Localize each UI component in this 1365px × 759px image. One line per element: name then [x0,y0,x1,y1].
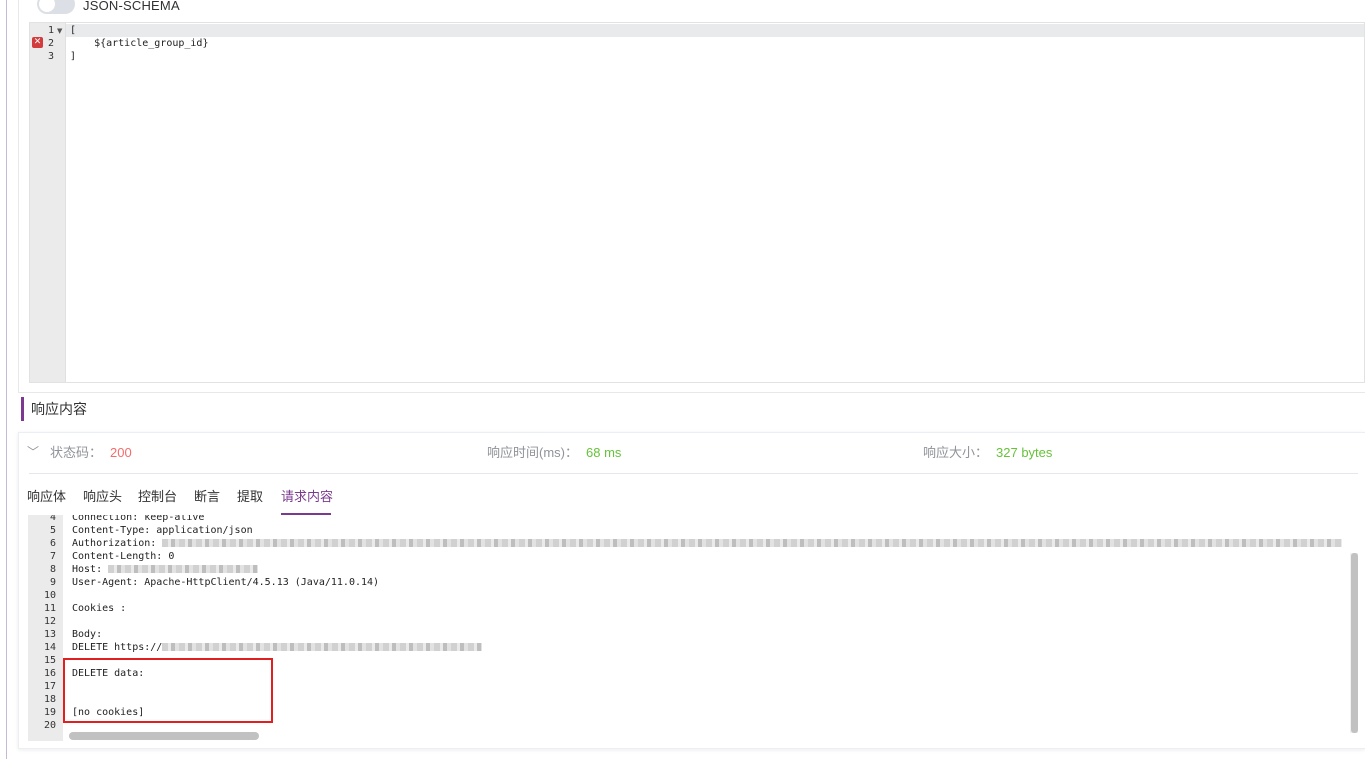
divider [29,473,1358,474]
line-number: 5 [49,525,56,536]
editor-gutter [30,23,66,382]
json-schema-label: JSON-SCHEMA [83,0,180,13]
status-code-value: 200 [110,445,132,460]
annotation-highlight-box [63,658,273,723]
code-line: ${article_group_id} [70,38,209,49]
code-line: Content-Type: application/json [72,525,253,536]
tab-response-body[interactable]: 响应体 [27,488,66,506]
request-body-editor[interactable]: 1 ▼ [ ✕ 2 ${article_group_id} 3 ] [29,22,1365,383]
response-time-value: 68 ms [586,445,622,460]
line-number: 20 [43,720,56,731]
line-number: 1 [47,25,54,36]
line-number: 9 [49,577,56,588]
line-number: 17 [43,681,56,692]
code-line: Content-Length: 0 [72,551,175,562]
horizontal-scrollbar-thumb[interactable] [69,732,259,740]
response-size-value: 327 bytes [996,445,1053,460]
fold-arrow-icon[interactable]: ▼ [57,27,62,35]
line-number: 4 [49,515,56,523]
tab-request-content[interactable]: 请求内容 [281,488,333,506]
status-code: 状态码： 200 [50,442,132,461]
response-section-title: 响应内容 [21,397,87,421]
vertical-scrollbar-thumb[interactable] [1351,553,1358,733]
code-line: Connection: keep-alive [72,515,205,523]
code-line: ] [70,51,77,62]
code-line: User-Agent: Apache-HttpClient/4.5.13 (Ja… [72,577,380,588]
tab-assertions[interactable]: 断言 [194,488,220,506]
tab-console[interactable]: 控制台 [138,488,177,506]
redacted-value [162,643,483,651]
tab-response-headers[interactable]: 响应头 [83,488,122,506]
tab-extract[interactable]: 提取 [237,488,263,506]
line-number: 6 [49,538,56,549]
line-number: 12 [43,616,56,627]
api-test-page: JSON-SCHEMA 1 ▼ [ ✕ 2 ${article_group_id… [0,0,1365,759]
line-number: 7 [49,551,56,562]
left-border [6,0,7,759]
redacted-value [162,539,1343,547]
redacted-value [108,565,259,573]
json-schema-toggle[interactable] [37,0,75,14]
response-time: 响应时间(ms)： 68 ms [487,442,621,461]
line-number: 18 [43,694,56,705]
line-number: 16 [43,668,56,679]
response-size-label: 响应大小： [923,445,989,460]
code-line: DELETE https:// [72,642,483,653]
chevron-down-icon[interactable]: ﹀ [27,443,39,460]
code-line: Body: [72,629,103,640]
response-size: 响应大小： 327 bytes [923,442,1052,461]
code-line: [ [70,25,77,36]
line-number: 10 [43,590,56,601]
line-number: 19 [43,707,56,718]
line-number: 14 [43,642,56,653]
line-number: 15 [43,655,56,666]
active-line-highlight [66,24,1364,37]
line-number: 3 [47,51,54,62]
line-number: 2 [47,38,54,49]
line-number: 8 [49,564,56,575]
code-line: Cookies : [72,603,127,614]
response-time-label: 响应时间(ms)： [487,445,578,460]
code-line: Host: [72,564,259,575]
status-code-label: 状态码： [50,445,103,460]
line-number: 11 [43,603,56,614]
toggle-knob [39,0,55,12]
code-line: Authorization: [72,538,1343,549]
line-number: 13 [43,629,56,640]
